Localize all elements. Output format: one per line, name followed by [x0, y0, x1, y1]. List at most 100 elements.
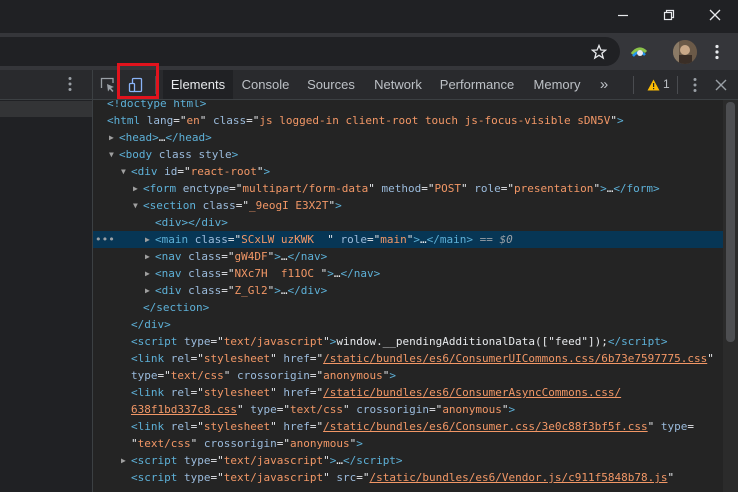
dom-node-markup: <script type="text/javascript">window.__… [131, 335, 668, 348]
dom-node-line[interactable]: ▶ <nav class="NXc7H f11OC ">…</nav> [93, 265, 723, 282]
dom-node-line[interactable]: ▶ <form enctype="multipart/form-data" met… [93, 180, 723, 197]
dom-node-line[interactable]: type="text/css" crossorigin="anonymous"> [93, 367, 723, 384]
scrollbar-thumb[interactable] [726, 102, 735, 342]
dom-node-line[interactable]: <script type="text/javascript" src="/sta… [93, 469, 723, 486]
dom-node-line[interactable]: ▼ <body class style> [93, 146, 723, 163]
dom-node-markup: <main class="SCxLW uzKWK " role="main">…… [155, 233, 513, 246]
dom-node-markup: </div> [131, 318, 171, 331]
inspect-cursor-icon [100, 77, 114, 92]
dom-node-markup: <link rel="stylesheet" href="/static/bun… [131, 352, 714, 365]
warning-icon [647, 79, 659, 91]
extension-button[interactable] [628, 41, 650, 63]
kebab-menu-icon [68, 77, 72, 91]
devtools-menu-button[interactable] [684, 74, 706, 96]
dom-node-markup: type="text/css" crossorigin="anonymous"> [131, 369, 396, 382]
page-viewport [0, 70, 93, 492]
minimize-button[interactable] [600, 0, 646, 30]
device-toolbar-highlight-box [117, 63, 159, 99]
warnings-count: 1 [663, 77, 670, 91]
dom-node-markup: "text/css" crossorigin="anonymous"> [131, 437, 363, 450]
dom-node-markup: <div class="Z_Gl2">…</div> [155, 284, 328, 297]
dom-node-markup: <nav class="gW4DF">…</nav> [155, 250, 328, 263]
tab-console[interactable]: Console [233, 70, 298, 99]
dom-node-markup: <!doctype html> [107, 100, 207, 110]
page-viewport-topbar [0, 70, 92, 100]
dom-node-line[interactable]: <link rel="stylesheet" href="/static/bun… [93, 384, 723, 401]
profile-avatar[interactable] [673, 40, 697, 64]
dom-node-markup: <script type="text/javascript" src="/sta… [131, 471, 675, 484]
expand-triangle-icon[interactable]: ▶ [133, 180, 138, 197]
dom-node-markup: <body class style> [119, 148, 239, 161]
bookmark-star-button[interactable] [588, 41, 610, 63]
dom-node-markup: <div id="react-root"> [131, 165, 271, 178]
dom-node-line[interactable]: ▼ <section class="_9eogI E3X2T"> [93, 197, 723, 214]
tab-performance[interactable]: Performance [432, 70, 522, 99]
collapse-triangle-icon[interactable]: ▼ [133, 197, 138, 214]
dom-node-line[interactable]: ▶ <div class="Z_Gl2">…</div> [93, 282, 723, 299]
dom-node-markup: <nav class="NXc7H f11OC ">…</nav> [155, 267, 381, 280]
kebab-menu-icon [715, 44, 719, 60]
dom-node-markup: <div></div> [155, 216, 228, 229]
dom-node-markup: <head>…</head> [119, 131, 212, 144]
expand-triangle-icon[interactable]: ▶ [145, 231, 150, 248]
collapse-triangle-icon[interactable]: ▼ [121, 163, 126, 180]
close-icon [715, 79, 727, 91]
dom-node-markup: <section class="_9eogI E3X2T"> [143, 199, 342, 212]
dom-node-line[interactable]: <link rel="stylesheet" href="/static/bun… [93, 418, 723, 435]
tab-memory[interactable]: Memory [522, 70, 592, 99]
expand-triangle-icon[interactable]: ▶ [145, 265, 150, 282]
dom-node-markup: </section> [143, 301, 210, 314]
elements-scrollbar[interactable] [723, 100, 738, 492]
dom-node-markup: <html lang="en" class="js logged-in clie… [107, 114, 624, 127]
inspect-element-button[interactable] [97, 74, 119, 96]
dom-node-line[interactable]: 638f1bd337c8.css" type="text/css" crosso… [93, 401, 723, 418]
browser-toolbar [0, 33, 738, 70]
address-bar[interactable] [0, 37, 620, 66]
close-devtools-button[interactable] [710, 74, 732, 96]
elements-dom-tree[interactable]: <!doctype html> <html lang="en" class="js… [93, 100, 723, 492]
window-titlebar [0, 0, 738, 33]
expand-triangle-icon[interactable]: ▶ [145, 282, 150, 299]
dom-node-line[interactable]: <div></div> [93, 214, 723, 231]
dom-node-markup: <link rel="stylesheet" href="/static/bun… [131, 420, 694, 433]
restore-icon [663, 9, 675, 21]
restore-button[interactable] [646, 0, 692, 30]
page-selected-strip [0, 101, 92, 117]
dom-node-line[interactable]: ▼ <div id="react-root"> [93, 163, 723, 180]
dom-node-line[interactable]: ••• ▶ <main class="SCxLW uzKWK " role="mai… [93, 231, 723, 248]
dom-node-line[interactable]: </div> [93, 316, 723, 333]
close-window-button[interactable] [692, 0, 738, 30]
devtools-panel: Elements Console Sources Network Perform… [93, 70, 738, 492]
tab-elements[interactable]: Elements [163, 70, 233, 99]
tab-network[interactable]: Network [364, 70, 432, 99]
toolbar-divider [633, 76, 634, 94]
avatar-icon [673, 40, 697, 64]
star-icon [591, 44, 607, 60]
toolbar-divider [677, 76, 678, 94]
dom-node-line[interactable]: <script type="text/javascript">window.__… [93, 333, 723, 350]
expand-triangle-icon[interactable]: ▶ [145, 248, 150, 265]
browser-menu-button[interactable] [706, 41, 728, 63]
dom-node-line[interactable]: <html lang="en" class="js logged-in clie… [93, 112, 723, 129]
dom-node-line[interactable]: <!doctype html> [93, 100, 723, 112]
more-tabs-button[interactable]: » [593, 70, 615, 99]
dom-node-line[interactable]: <link rel="stylesheet" href="/static/bun… [93, 350, 723, 367]
dom-node-line[interactable]: ▶ <head>…</head> [93, 129, 723, 146]
dom-node-markup: <link rel="stylesheet" href="/static/bun… [131, 386, 622, 399]
expand-triangle-icon[interactable]: ▶ [121, 452, 126, 469]
tab-sources[interactable]: Sources [298, 70, 364, 99]
dom-node-markup: <script type="text/javascript">…</script… [131, 454, 403, 467]
dom-node-markup: 638f1bd337c8.css" type="text/css" crosso… [131, 403, 516, 416]
dom-node-line[interactable]: "text/css" crossorigin="anonymous"> [93, 435, 723, 452]
dom-node-line[interactable]: ▶ <nav class="gW4DF">…</nav> [93, 248, 723, 265]
expand-triangle-icon[interactable]: ▶ [109, 129, 114, 146]
collapse-triangle-icon[interactable]: ▼ [109, 146, 114, 163]
dom-node-line[interactable]: </section> [93, 299, 723, 316]
close-icon [709, 9, 721, 21]
viewport-menu-button[interactable] [68, 76, 72, 96]
warnings-button[interactable] [644, 74, 662, 96]
dom-node-line[interactable]: ▶ <script type="text/javascript">…</scrip… [93, 452, 723, 469]
node-actions-dots[interactable]: ••• [95, 231, 115, 248]
dom-node-markup: <form enctype="multipart/form-data" meth… [143, 182, 660, 195]
devtools-tabbar: Elements Console Sources Network Perform… [93, 70, 738, 100]
